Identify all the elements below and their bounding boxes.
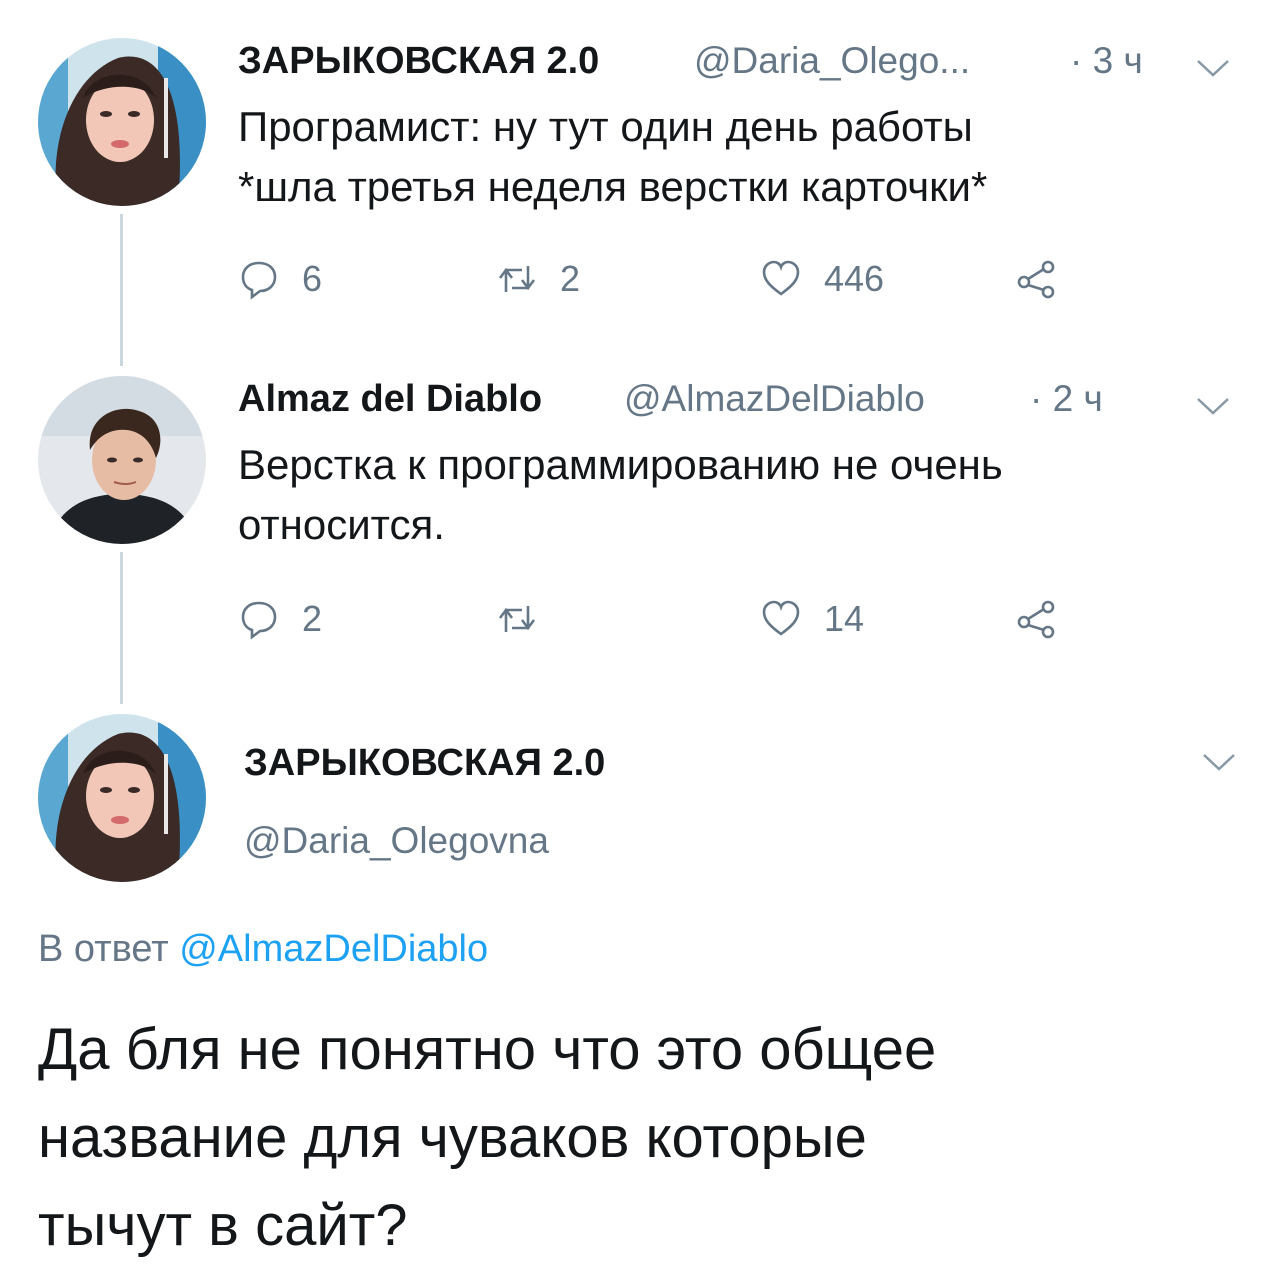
reply-prefix: В ответ <box>38 928 169 970</box>
thread-line <box>120 552 123 704</box>
chevron-down-icon[interactable] <box>1196 396 1230 416</box>
tweet-time[interactable]: · 3 ч <box>1070 40 1143 82</box>
like-button[interactable]: 446 <box>760 254 884 304</box>
avatar[interactable] <box>38 376 206 544</box>
retweet-count: 2 <box>560 258 581 299</box>
tweet-text-line: относится. <box>238 501 445 548</box>
retweet-icon <box>498 606 536 632</box>
share-button[interactable] <box>1016 594 1080 644</box>
retweet-button[interactable]: 2 <box>496 254 580 304</box>
author-handle[interactable]: @Daria_Olegovna <box>244 820 549 862</box>
tweet-text-line: Верстка к программированию не очень <box>238 441 1003 488</box>
chevron-down-icon[interactable] <box>1196 58 1230 78</box>
heart-icon <box>762 260 800 296</box>
tweet-text-line: тычут в сайт? <box>38 1193 408 1258</box>
chevron-down-icon[interactable] <box>1202 752 1236 772</box>
share-icon <box>1017 600 1055 639</box>
like-count: 446 <box>824 258 885 299</box>
main-tweet-text: Да бля не понятно что это общее название… <box>38 1006 936 1270</box>
reply-context: В ответ @AlmazDelDiablo <box>38 928 488 971</box>
reply-button[interactable]: 6 <box>238 254 322 304</box>
retweet-icon <box>498 266 536 292</box>
author-name[interactable]: Almaz del Diablo <box>238 378 542 421</box>
share-icon <box>1017 260 1055 299</box>
author-handle[interactable]: @AlmazDelDiablo <box>624 378 925 420</box>
reply-count: 2 <box>302 598 323 639</box>
tweet-text-line: Програмист: ну тут один день работы <box>238 103 973 150</box>
retweet-button[interactable] <box>496 594 560 644</box>
author-handle[interactable]: @Daria_Olego... <box>694 40 970 82</box>
avatar[interactable] <box>38 38 206 206</box>
tweet-actions: 6 2 446 <box>238 254 1078 304</box>
tweet-text-line: название для чуваков которые <box>38 1105 867 1170</box>
author-name[interactable]: ЗАРЫКОВСКАЯ 2.0 <box>244 742 605 785</box>
like-count: 14 <box>824 598 865 639</box>
thread-line <box>120 214 123 366</box>
tweet-text-line: *шла третья неделя верстки карточки* <box>238 163 988 210</box>
avatar[interactable] <box>38 714 206 882</box>
tweet-text-line: Да бля не понятно что это общее <box>38 1017 937 1082</box>
heart-icon <box>762 600 800 636</box>
reply-icon <box>241 261 277 300</box>
reply-count: 6 <box>302 258 323 299</box>
tweet-time[interactable]: · 2 ч <box>1030 378 1103 420</box>
author-name[interactable]: ЗАРЫКОВСКАЯ 2.0 <box>238 40 599 83</box>
reply-mention-link[interactable]: @AlmazDelDiablo <box>179 928 488 970</box>
reply-icon <box>241 601 277 640</box>
tweet-actions: 2 14 <box>238 594 1078 644</box>
like-button[interactable]: 14 <box>760 594 864 644</box>
share-button[interactable] <box>1016 254 1080 304</box>
reply-button[interactable]: 2 <box>238 594 322 644</box>
